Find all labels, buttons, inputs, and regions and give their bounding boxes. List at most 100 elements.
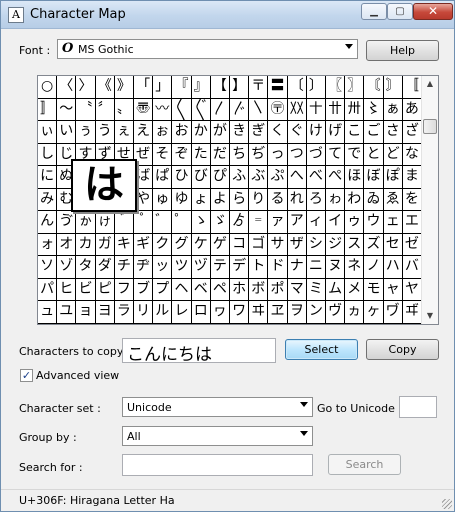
character-cell[interactable]: ソ: [38, 256, 58, 279]
character-cell[interactable]: ア: [287, 211, 307, 234]
character-cell[interactable]: ゕ: [76, 211, 96, 234]
character-cell[interactable]: ィ: [306, 211, 326, 234]
character-cell[interactable]: 〺: [345, 98, 365, 122]
character-cell[interactable]: ボ: [249, 278, 269, 302]
character-cell[interactable]: 《: [95, 76, 115, 99]
character-cell[interactable]: レ: [172, 301, 192, 324]
character-cell[interactable]: ァ: [268, 211, 288, 234]
scroll-down-icon[interactable]: ▼: [422, 308, 438, 324]
character-cell[interactable]: ぺ: [326, 166, 346, 189]
character-cell[interactable]: ロ: [191, 301, 211, 324]
character-cell[interactable]: か: [191, 121, 211, 144]
scroll-up-icon[interactable]: ▲: [422, 76, 438, 92]
character-cell[interactable]: り: [249, 188, 269, 212]
character-cell[interactable]: だ: [210, 143, 230, 167]
character-cell[interactable]: 〟: [114, 98, 134, 122]
character-cell[interactable]: 〷: [287, 98, 307, 122]
character-cell[interactable]: ぁ: [383, 98, 403, 122]
character-cell[interactable]: ツ: [172, 256, 192, 279]
character-cell[interactable]: ザ: [287, 233, 307, 257]
character-cell[interactable]: 〳: [210, 98, 230, 122]
character-cell[interactable]: あ: [402, 98, 422, 122]
character-cell[interactable]: ゾ: [57, 256, 77, 279]
help-button[interactable]: Help: [366, 40, 439, 61]
character-cell[interactable]: び: [191, 166, 211, 189]
character-cell[interactable]: ケ: [191, 233, 211, 257]
group-by-dropdown[interactable]: All: [122, 426, 313, 446]
character-cell[interactable]: ル: [153, 301, 173, 324]
character-set-dropdown[interactable]: Unicode: [122, 397, 313, 417]
character-cell[interactable]: ナ: [287, 256, 307, 279]
character-cell[interactable]: 〴: [230, 98, 250, 122]
character-cell[interactable]: ゆ: [172, 188, 192, 212]
character-cell[interactable]: サ: [268, 233, 288, 257]
character-cell[interactable]: き: [230, 121, 250, 144]
character-cell[interactable]: 「: [134, 76, 154, 99]
character-cell[interactable]: わ: [345, 188, 365, 212]
character-cell[interactable]: ヂ: [134, 256, 154, 279]
character-cell[interactable]: リ: [134, 301, 154, 324]
character-cell[interactable]: ぉ: [153, 121, 173, 144]
character-cell[interactable]: 〜: [57, 98, 77, 122]
character-cell[interactable]: マ: [287, 278, 307, 302]
character-cell[interactable]: ゑ: [383, 188, 403, 212]
character-cell[interactable]: 【: [210, 76, 230, 99]
character-cell[interactable]: ヷ: [383, 301, 403, 324]
character-cell[interactable]: 〗: [345, 76, 365, 99]
character-cell[interactable]: ゴ: [249, 233, 269, 257]
character-cell[interactable]: ヴ: [326, 301, 346, 324]
character-cell[interactable]: 〞: [95, 98, 115, 122]
character-cell[interactable]: 〘: [364, 76, 384, 99]
character-cell[interactable]: ガ: [95, 233, 115, 257]
character-cell[interactable]: ゖ: [95, 211, 115, 234]
character-cell[interactable]: ム: [326, 278, 346, 302]
character-cell[interactable]: 〙: [383, 76, 403, 99]
character-cell[interactable]: て: [326, 143, 346, 167]
character-cell[interactable]: ゚: [134, 211, 154, 234]
character-cell[interactable]: ネ: [345, 256, 365, 279]
character-cell[interactable]: 〖: [326, 76, 346, 99]
character-cell[interactable]: ぼ: [364, 166, 384, 189]
character-cell[interactable]: べ: [306, 166, 326, 189]
character-cell[interactable]: ゔ: [57, 211, 77, 234]
title-bar[interactable]: A Character Map ▁ ▢ ✕: [1, 1, 454, 29]
character-cell[interactable]: 『: [172, 76, 192, 99]
character-cell[interactable]: ご: [364, 121, 384, 144]
character-cell[interactable]: ヮ: [210, 301, 230, 324]
character-cell[interactable]: ゙: [114, 211, 134, 234]
character-cell[interactable]: ゥ: [345, 211, 365, 234]
character-cell[interactable]: ぢ: [249, 143, 269, 167]
character-cell[interactable]: ぽ: [383, 166, 403, 189]
character-cell[interactable]: さ: [383, 121, 403, 144]
character-cell[interactable]: キ: [114, 233, 134, 257]
character-cell[interactable]: ゠: [249, 211, 269, 234]
character-cell[interactable]: ぱ: [153, 166, 173, 189]
character-cell[interactable]: グ: [172, 233, 192, 257]
character-cell[interactable]: 》: [114, 76, 134, 99]
character-cell[interactable]: シ: [306, 233, 326, 257]
character-cell[interactable]: ゟ: [230, 211, 250, 234]
character-cell[interactable]: 〕: [306, 76, 326, 99]
character-cell[interactable]: 』: [191, 76, 211, 99]
character-cell[interactable]: づ: [306, 143, 326, 167]
character-cell[interactable]: ヘ: [172, 278, 192, 302]
character-cell[interactable]: ダ: [95, 256, 115, 279]
character-cell[interactable]: カ: [76, 233, 96, 257]
character-cell[interactable]: ざ: [402, 121, 422, 144]
character-cell[interactable]: ほ: [345, 166, 365, 189]
character-cell[interactable]: ヌ: [326, 256, 346, 279]
character-cell[interactable]: ニ: [306, 256, 326, 279]
character-cell[interactable]: と: [364, 143, 384, 167]
character-cell[interactable]: 〶: [268, 98, 288, 122]
character-cell[interactable]: え: [134, 121, 154, 144]
character-cell[interactable]: 〓: [268, 76, 288, 99]
character-cell[interactable]: ま: [402, 166, 422, 189]
character-cell[interactable]: ポ: [268, 278, 288, 302]
character-cell[interactable]: モ: [364, 278, 384, 302]
character-cell[interactable]: ョ: [76, 301, 96, 324]
character-cell[interactable]: ハ: [383, 256, 403, 279]
character-cell[interactable]: に: [38, 166, 58, 189]
character-cell[interactable]: 〠: [134, 98, 154, 122]
character-cell[interactable]: つ: [287, 143, 307, 167]
character-cell[interactable]: い: [57, 121, 77, 144]
